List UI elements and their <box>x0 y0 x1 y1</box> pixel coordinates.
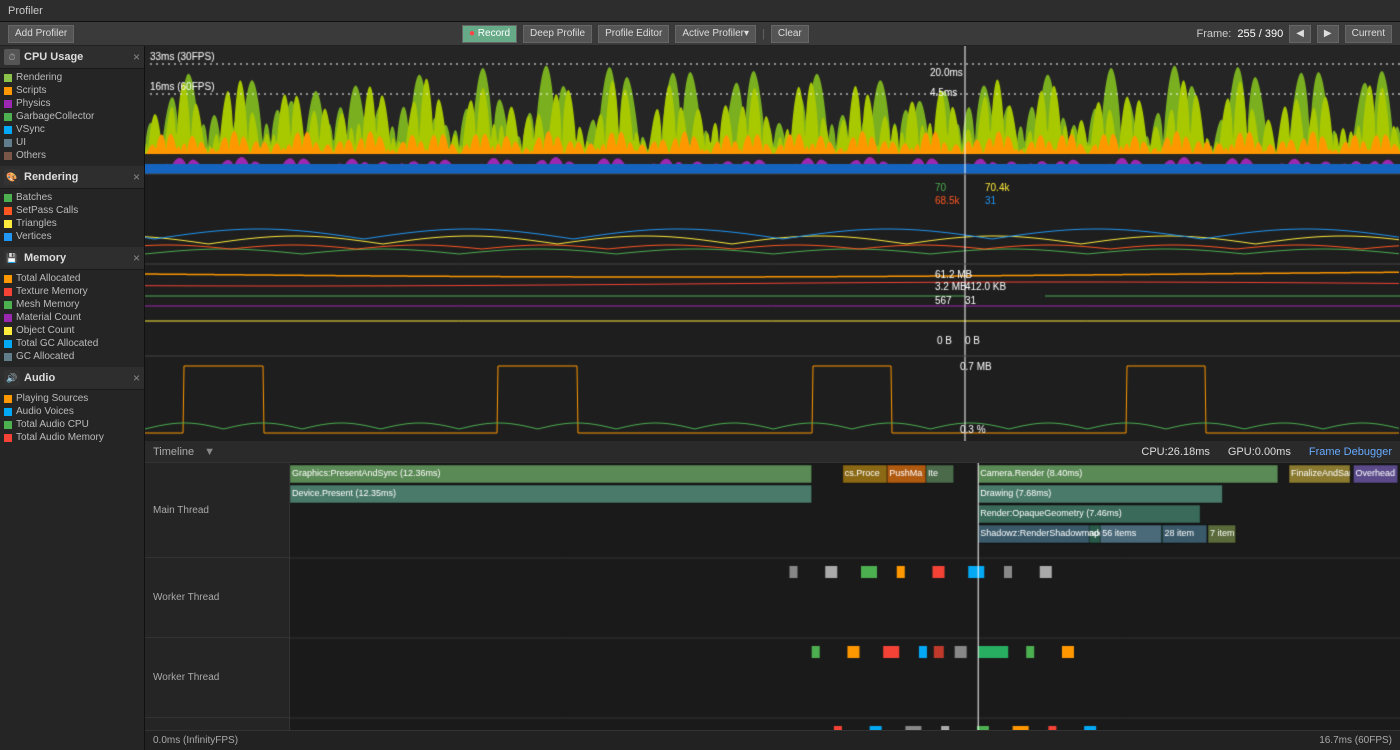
audio-icon: 🔊 <box>4 370 20 386</box>
worker1-thread-label: Worker Thread <box>145 558 289 638</box>
profile-editor-button[interactable]: Profile Editor <box>598 25 669 43</box>
gpu-time: GPU:0.00ms <box>1228 446 1291 458</box>
cpu-close[interactable]: × <box>133 50 140 64</box>
toolbar-sep: | <box>762 28 765 40</box>
mesh-mem-dot <box>4 301 12 309</box>
total-alloc-dot <box>4 275 12 283</box>
cpu-legend: Rendering Scripts Physics GarbageCollect… <box>0 69 144 166</box>
timeline-footer: 0.0ms (InfinityFPS) 16.7ms (60FPS) <box>145 730 1400 750</box>
obj-count-dot <box>4 327 12 335</box>
triangles-dot <box>4 220 12 228</box>
voices-dot <box>4 408 12 416</box>
title-bar: Profiler <box>0 0 1400 22</box>
total-gc-dot <box>4 340 12 348</box>
audio-title: Audio <box>24 372 55 384</box>
legend-triangles: Triangles <box>4 217 140 230</box>
timeline-header: Timeline ▼ CPU:26.18ms GPU:0.00ms Frame … <box>145 441 1400 463</box>
memory-icon: 💾 <box>4 250 20 266</box>
clear-button[interactable]: Clear <box>771 25 809 43</box>
deep-profile-button[interactable]: Deep Profile <box>523 25 592 43</box>
rendering-close[interactable]: × <box>133 170 140 184</box>
others-label: Others <box>16 150 46 161</box>
gc-dot <box>4 113 12 121</box>
audio-mem-dot <box>4 434 12 442</box>
playing-dot <box>4 395 12 403</box>
physics-dot <box>4 100 12 108</box>
others-dot <box>4 152 12 160</box>
rendering-section-header[interactable]: 🎨 Rendering × <box>0 166 144 189</box>
ui-dot <box>4 139 12 147</box>
legend-scripts: Scripts <box>4 84 140 97</box>
legend-vsync: VSync <box>4 123 140 136</box>
cpu-time: CPU:26.18ms <box>1141 446 1209 458</box>
audio-close[interactable]: × <box>133 371 140 385</box>
current-button[interactable]: Current <box>1345 25 1392 43</box>
timeline-area: Timeline ▼ CPU:26.18ms GPU:0.00ms Frame … <box>145 441 1400 750</box>
rendering-icon: 🎨 <box>4 169 20 185</box>
audio-cpu-dot <box>4 421 12 429</box>
vsync-dot <box>4 126 12 134</box>
cpu-icon: ⏱ <box>4 49 20 65</box>
frame-prev-button[interactable]: ◀ <box>1289 25 1311 43</box>
toolbar-left: Add Profiler <box>8 25 74 43</box>
legend-physics: Physics <box>4 97 140 110</box>
title-text: Profiler <box>8 5 43 17</box>
main-layout: ⏱ CPU Usage × Rendering Scripts Physics … <box>0 46 1400 750</box>
audio-legend: Playing Sources Audio Voices Total Audio… <box>0 390 144 448</box>
cpu-title: CPU Usage <box>24 51 83 63</box>
toolbar: Add Profiler ● Record Deep Profile Profi… <box>0 22 1400 46</box>
scripts-dot <box>4 87 12 95</box>
frame-label: Frame: <box>1197 28 1232 40</box>
rendering-legend: Batches SetPass Calls Triangles Vertices <box>0 189 144 247</box>
vertices-dot <box>4 233 12 241</box>
toolbar-right: Frame: 255 / 390 ◀ ▶ Current <box>1197 25 1392 43</box>
tex-mem-dot <box>4 288 12 296</box>
sidebar: ⏱ CPU Usage × Rendering Scripts Physics … <box>0 46 145 750</box>
content: Timeline ▼ CPU:26.18ms GPU:0.00ms Frame … <box>145 46 1400 750</box>
footer-right: 16.7ms (60FPS) <box>1319 735 1392 746</box>
charts-area[interactable] <box>145 46 1400 441</box>
memory-section-header[interactable]: 💾 Memory × <box>0 247 144 270</box>
timeline-content: Main Thread Worker Thread Worker Thread … <box>145 463 1400 730</box>
batches-dot <box>4 194 12 202</box>
timeline-tracks <box>290 463 1400 730</box>
main-thread-label: Main Thread <box>145 463 289 558</box>
frame-value: 255 / 390 <box>1237 28 1283 40</box>
timeline-collapse[interactable]: ▼ <box>204 446 215 458</box>
audio-section-header[interactable]: 🔊 Audio × <box>0 367 144 390</box>
worker2-thread-label: Worker Thread <box>145 638 289 718</box>
frame-debugger[interactable]: Frame Debugger <box>1309 446 1392 458</box>
legend-others: Others <box>4 149 140 162</box>
footer-left: 0.0ms (InfinityFPS) <box>153 735 238 746</box>
record-button[interactable]: ● Record <box>462 25 517 43</box>
thread-labels: Main Thread Worker Thread Worker Thread … <box>145 463 290 730</box>
gc-alloc-dot <box>4 353 12 361</box>
timeline-label: Timeline <box>153 446 194 458</box>
legend-rendering: Rendering <box>4 71 140 84</box>
charts-canvas <box>145 46 1400 441</box>
legend-vertices: Vertices <box>4 230 140 243</box>
active-profiler-button[interactable]: Active Profiler ▾ <box>675 25 756 43</box>
legend-gc: GarbageCollector <box>4 110 140 123</box>
legend-setpass: SetPass Calls <box>4 204 140 217</box>
cpu-section-header[interactable]: ⏱ CPU Usage × <box>0 46 144 69</box>
legend-ui: UI <box>4 136 140 149</box>
mat-count-dot <box>4 314 12 322</box>
rendering-title: Rendering <box>24 171 78 183</box>
memory-close[interactable]: × <box>133 251 140 265</box>
worker3-thread-label: Worker Thread <box>145 718 289 730</box>
timeline-canvas <box>290 463 1400 730</box>
add-profiler-button[interactable]: Add Profiler <box>8 25 74 43</box>
frame-next-button[interactable]: ▶ <box>1317 25 1339 43</box>
memory-legend: Total Allocated Texture Memory Mesh Memo… <box>0 270 144 367</box>
memory-title: Memory <box>24 252 66 264</box>
setpass-dot <box>4 207 12 215</box>
toolbar-center: ● Record Deep Profile Profile Editor Act… <box>462 25 809 43</box>
legend-batches: Batches <box>4 191 140 204</box>
rendering-dot <box>4 74 12 82</box>
